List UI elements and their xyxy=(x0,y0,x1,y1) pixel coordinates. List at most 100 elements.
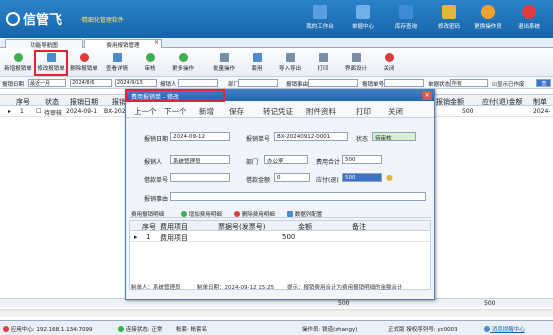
next-button[interactable]: 下一个 xyxy=(164,106,187,117)
layout-icon xyxy=(351,53,361,62)
bill-no-input[interactable]: BX-20240912-0001 xyxy=(274,132,348,141)
reason-field[interactable] xyxy=(170,192,426,201)
detail-grid: 序号 费用项目 票据号(发票号) 金额 备注 ▸ 1 费用项目 500 xyxy=(129,220,431,290)
status-field-label: 状态 xyxy=(356,136,369,143)
borrow-amt-label: 借款金额 xyxy=(246,177,271,184)
tab-bar: 功能导航图 费用报销管理 × xyxy=(0,38,553,49)
power-icon xyxy=(522,5,536,19)
payable-field[interactable]: 500 xyxy=(342,173,382,182)
dialog-new-button[interactable]: 新增 xyxy=(199,106,214,117)
grid-icon xyxy=(287,211,293,217)
app-logo: 信管飞 xyxy=(6,9,62,28)
import-icon xyxy=(285,53,295,62)
total-field: 500 xyxy=(342,155,382,164)
switch-operator-button[interactable]: 更换操作员 xyxy=(468,3,508,37)
edit-icon xyxy=(46,53,56,62)
doc-center-button[interactable]: 单据中心 xyxy=(343,3,383,37)
batch-ops-button[interactable]: 批量操作 xyxy=(209,51,239,75)
import-export-button[interactable]: 导入导出 xyxy=(275,51,305,75)
person-input[interactable] xyxy=(178,79,218,87)
dialog-title: 费用报销单 - 修改 xyxy=(126,90,434,101)
row-arrow-icon: ▸ xyxy=(8,108,12,115)
voucher-button[interactable]: 转记凭证 xyxy=(263,106,293,117)
operator: 操作员: 铁道(zhangy) xyxy=(302,327,358,333)
version: 正式版 授权序列号: yc0003 xyxy=(388,327,458,333)
date-range-select[interactable]: 最近一月 xyxy=(28,79,66,87)
delete-icon xyxy=(79,53,89,62)
tab-navigation[interactable]: 功能导航图 xyxy=(5,39,83,49)
close-icon xyxy=(384,53,394,62)
dialog-close-icon[interactable]: × xyxy=(422,91,432,100)
connection-icon xyxy=(118,326,124,332)
horizontal-scrollbar[interactable] xyxy=(0,309,553,317)
close-button[interactable]: 关闭 xyxy=(374,51,404,75)
row-checkbox[interactable]: ☐ xyxy=(36,108,41,115)
delete-detail-button[interactable]: 删除费用明细 xyxy=(234,210,275,218)
bill-date-input[interactable]: 2024-09-12 xyxy=(170,132,230,141)
conn-status: 连接状态: 正常 xyxy=(118,325,162,333)
workbench-button[interactable]: 我的工作台 xyxy=(300,3,340,37)
message-icon xyxy=(484,326,490,332)
detail-row[interactable]: ▸ 1 费用项目 500 xyxy=(130,232,430,242)
borrow-no-label: 借款单号 xyxy=(144,177,169,184)
dept-field[interactable]: 办公室 xyxy=(264,155,308,164)
prev-button[interactable]: 上一个 xyxy=(134,106,157,117)
show-void-checkbox[interactable]: ☑显示已作废 xyxy=(492,80,524,88)
dialog-footer: 制单人：系统管理员 制单日期：2024-09-12 15:25 提示：报销费用合… xyxy=(131,285,403,291)
row-arrow-icon: ▸ xyxy=(134,233,138,241)
exit-button[interactable]: 退出系统 xyxy=(509,3,549,37)
list-icon xyxy=(112,53,122,62)
change-password-button[interactable]: 修改密码 xyxy=(429,3,469,37)
plus-icon xyxy=(13,53,23,62)
edit-bill-button[interactable]: 修改报销单 xyxy=(36,51,66,75)
document-icon xyxy=(356,5,370,19)
status-select[interactable]: 所有 xyxy=(450,79,488,87)
apply-button[interactable]: 套用 xyxy=(242,51,272,75)
bill-input[interactable] xyxy=(384,79,424,87)
box-icon xyxy=(399,5,413,19)
person-label: 报销人 xyxy=(160,82,177,88)
bulb-icon: ● xyxy=(386,173,393,182)
expense-edit-dialog: 费用报销单 - 修改 × 上一个 下一个 新增 保存 转记凭证 附件资料 打印 … xyxy=(125,89,435,300)
column-config-button[interactable]: 数据列配置 xyxy=(287,210,322,218)
person-field[interactable]: 系统管理员 xyxy=(170,155,230,164)
filter-bar: 报销日期 最近一月 2024/8/6 2024/9/13 报销人 部门 报销事由… xyxy=(0,77,553,89)
attachment-button[interactable]: 附件资料 xyxy=(306,106,336,117)
more-ops-button[interactable]: 更多操作 xyxy=(168,51,198,75)
batch-icon xyxy=(219,53,229,62)
dept-field-label: 部门 xyxy=(246,159,259,166)
reason-input[interactable] xyxy=(308,79,358,87)
detail-toolbar: 费用报销明细 增加费用明细 删除费用明细 数据列配置 xyxy=(129,208,431,218)
dialog-print-button[interactable]: 打印 xyxy=(356,106,371,117)
close-tab-icon[interactable]: × xyxy=(154,39,159,46)
print-button[interactable]: 打印 xyxy=(308,51,338,75)
check-icon xyxy=(145,53,155,62)
minus-icon xyxy=(234,211,240,217)
server-icon xyxy=(3,326,9,332)
dialog-save-button[interactable]: 保存 xyxy=(229,106,244,117)
status-field[interactable]: 待审核 xyxy=(372,132,416,141)
query-button[interactable]: 查 xyxy=(536,79,551,87)
status-bar: 应用中心: 192.168.1.134:7099 连接状态: 正常 帐套: 帐套… xyxy=(0,320,553,335)
printer-icon xyxy=(318,53,328,62)
date-to-input[interactable]: 2024/9/13 xyxy=(115,79,157,87)
dialog-close-button[interactable]: 关闭 xyxy=(388,106,403,117)
borrow-amt-field[interactable]: 0 xyxy=(274,173,310,182)
new-bill-button[interactable]: 新增报销单 xyxy=(3,51,33,75)
audit-button[interactable]: 审核 xyxy=(135,51,165,75)
borrow-no-field[interactable] xyxy=(170,173,230,182)
layout-design-button[interactable]: 界面设计 xyxy=(341,51,371,75)
view-detail-button[interactable]: 查看详情 xyxy=(102,51,132,75)
dept-input[interactable] xyxy=(238,79,278,87)
delete-bill-button[interactable]: 删除报销单 xyxy=(69,51,99,75)
stock-query-button[interactable]: 库存查询 xyxy=(386,3,426,37)
add-detail-button[interactable]: 增加费用明细 xyxy=(181,210,222,218)
dialog-toolbar: 上一个 下一个 新增 保存 转记凭证 附件资料 打印 关闭 xyxy=(126,102,434,118)
date-from-input[interactable]: 2024/8/6 xyxy=(70,79,112,87)
main-toolbar: 新增报销单 修改报销单 删除报销单 查看详情 审核 更多操作 批量操作 套用 导… xyxy=(0,49,553,77)
key-icon xyxy=(442,5,456,19)
detail-tab[interactable]: 费用报销明细 xyxy=(131,210,164,218)
bill-label: 报销单号 xyxy=(362,82,385,88)
message-center-link[interactable]: 消息提醒中心 xyxy=(484,325,525,333)
tab-expense[interactable]: 费用报销管理 xyxy=(84,39,162,49)
